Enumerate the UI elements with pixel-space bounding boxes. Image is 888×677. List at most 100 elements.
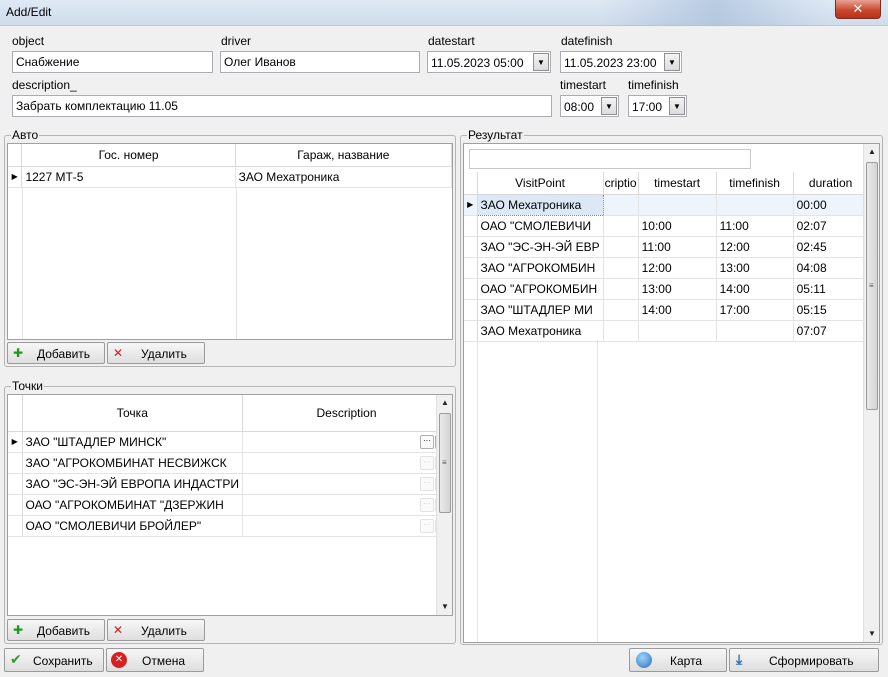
table-row[interactable]: ОАО "АГРОКОМБИН 13:00 14:00 05:11 <box>464 278 869 300</box>
cell-garage[interactable]: ЗАО Мехатроника <box>235 166 452 188</box>
table-row[interactable]: ЗАО "ЭС-ЭН-ЭЙ ЕВРОПА ИНДАСТРИ ··· <box>8 473 452 495</box>
cell-description[interactable] <box>603 236 639 258</box>
cell-description[interactable] <box>603 299 639 321</box>
table-row[interactable]: ЗАО Мехатроника 07:07 <box>464 320 869 342</box>
scroll-down-arrow-icon[interactable]: ▼ <box>864 626 879 642</box>
cell-point[interactable]: ЗАО "ЭС-ЭН-ЭЙ ЕВРОПА ИНДАСТРИ <box>22 473 244 495</box>
cell-visitpoint[interactable]: ЗАО "ЭС-ЭН-ЭЙ ЕВР <box>477 236 604 258</box>
table-row[interactable]: ▶ ЗАО "ШТАДЛЕР МИНСК" ···✕ <box>8 431 452 453</box>
cell-description[interactable] <box>603 257 639 279</box>
scroll-up-arrow-icon[interactable]: ▲ <box>437 395 452 411</box>
cell-description[interactable] <box>603 194 639 216</box>
cell-description[interactable]: ··· <box>242 515 452 537</box>
cell-point[interactable]: ЗАО "АГРОКОМБИНАТ НЕСВИЖСК <box>22 452 244 474</box>
cell-timefinish[interactable]: 14:00 <box>716 278 794 300</box>
column-header-timefinish[interactable]: timefinish <box>716 172 794 195</box>
cell-timefinish[interactable] <box>716 194 794 216</box>
column-header-visitpoint[interactable]: VisitPoint <box>477 172 604 195</box>
cell-timestart[interactable] <box>638 194 717 216</box>
table-row[interactable]: ▶ ЗАО Мехатроника 00:00 <box>464 193 869 216</box>
cell-visitpoint[interactable]: ЗАО "ШТАДЛЕР МИ <box>477 299 604 321</box>
ellipsis-icon[interactable]: ··· <box>420 518 435 533</box>
cell-duration[interactable]: 05:11 <box>793 278 869 300</box>
cell-description[interactable] <box>603 278 639 300</box>
cell-duration[interactable]: 05:15 <box>793 299 869 321</box>
timestart-picker[interactable]: 08:00 ▼ <box>560 95 619 117</box>
datestart-picker[interactable]: 11.05.2023 05:00 ▼ <box>427 51 551 73</box>
result-vertical-scrollbar[interactable]: ▲ ≡ ▼ <box>863 144 879 642</box>
chevron-down-icon[interactable]: ▼ <box>533 53 549 71</box>
auto-delete-button[interactable]: ✕ Удалить <box>107 342 205 364</box>
cell-description[interactable]: ··· <box>242 452 452 474</box>
table-row[interactable]: ОАО "СМОЛЕВИЧИ 10:00 11:00 02:07 <box>464 215 869 237</box>
table-row[interactable]: ЗАО "АГРОКОМБИНАТ НЕСВИЖСК ··· <box>8 452 452 474</box>
cell-duration[interactable]: 04:08 <box>793 257 869 279</box>
column-header-description[interactable]: criptio <box>603 172 639 195</box>
ellipsis-icon[interactable]: ··· <box>420 476 435 491</box>
cell-duration[interactable]: 00:00 <box>793 194 869 216</box>
chevron-down-icon[interactable]: ▼ <box>664 53 680 71</box>
cell-duration[interactable]: 07:07 <box>793 320 869 342</box>
window-titlebar[interactable]: Add/Edit ✕ <box>0 0 888 26</box>
points-vertical-scrollbar[interactable]: ▲ ≡ ▼ <box>436 395 452 615</box>
cell-description[interactable] <box>603 215 639 237</box>
cell-timefinish[interactable]: 11:00 <box>716 215 794 237</box>
points-add-button[interactable]: ✚ Добавить <box>7 619 105 641</box>
cell-timestart[interactable]: 13:00 <box>638 278 717 300</box>
table-row[interactable]: ▶ 1227 МТ-5 ЗАО Мехатроника <box>8 166 452 188</box>
cell-timestart[interactable]: 11:00 <box>638 236 717 258</box>
result-filter-input[interactable] <box>469 149 751 169</box>
cell-visitpoint[interactable]: ОАО "АГРОКОМБИН <box>477 278 604 300</box>
cell-number[interactable]: 1227 МТ-5 <box>21 166 236 188</box>
cell-duration[interactable]: 02:45 <box>793 236 869 258</box>
cell-timefinish[interactable]: 12:00 <box>716 236 794 258</box>
cell-visitpoint[interactable]: ЗАО Мехатроника <box>476 193 604 216</box>
column-header-garage[interactable]: Гараж, название <box>235 144 452 167</box>
cell-timefinish[interactable]: 13:00 <box>716 257 794 279</box>
auto-add-button[interactable]: ✚ Добавить <box>7 342 105 364</box>
cell-timestart[interactable]: 14:00 <box>638 299 717 321</box>
timefinish-picker[interactable]: 17:00 ▼ <box>628 95 687 117</box>
ellipsis-icon[interactable]: ··· <box>420 497 435 512</box>
cell-visitpoint[interactable]: ОАО "СМОЛЕВИЧИ <box>477 215 604 237</box>
scroll-up-arrow-icon[interactable]: ▲ <box>864 144 879 160</box>
column-header-duration[interactable]: duration <box>793 172 869 195</box>
cell-visitpoint[interactable]: ЗАО Мехатроника <box>477 320 604 342</box>
table-row[interactable]: ЗАО "АГРОКОМБИН 12:00 13:00 04:08 <box>464 257 869 279</box>
cell-timestart[interactable] <box>638 320 717 342</box>
cell-point[interactable]: ОАО "СМОЛЕВИЧИ БРОЙЛЕР" <box>22 515 244 537</box>
build-button[interactable]: ⤓ Сформировать <box>729 648 879 672</box>
table-row[interactable]: ОАО "СМОЛЕВИЧИ БРОЙЛЕР" ··· <box>8 515 452 537</box>
object-input[interactable]: Снабжение <box>12 51 213 73</box>
cancel-button[interactable]: ✕ Отмена <box>106 648 204 672</box>
cell-description[interactable]: ···✕ <box>242 431 452 453</box>
scroll-down-arrow-icon[interactable]: ▼ <box>437 599 452 615</box>
cell-description[interactable]: ··· <box>242 473 452 495</box>
cell-description[interactable]: ··· <box>242 494 452 516</box>
chevron-down-icon[interactable]: ▼ <box>601 97 617 115</box>
column-header-timestart[interactable]: timestart <box>638 172 717 195</box>
auto-grid[interactable]: Гос. номер Гараж, название ▶ 1227 МТ-5 З… <box>7 143 453 340</box>
cell-description[interactable] <box>603 320 639 342</box>
result-grid[interactable]: VisitPoint criptio timestart timefinish … <box>463 143 880 643</box>
column-header-number[interactable]: Гос. номер <box>21 144 236 167</box>
datefinish-picker[interactable]: 11.05.2023 23:00 ▼ <box>560 51 682 73</box>
cell-timestart[interactable]: 10:00 <box>638 215 717 237</box>
cell-timefinish[interactable]: 17:00 <box>716 299 794 321</box>
points-delete-button[interactable]: ✕ Удалить <box>107 619 205 641</box>
map-button[interactable]: Карта <box>629 648 727 672</box>
chevron-down-icon[interactable]: ▼ <box>669 97 685 115</box>
table-row[interactable]: ОАО "АГРОКОМБИНАТ "ДЗЕРЖИН ··· <box>8 494 452 516</box>
cell-visitpoint[interactable]: ЗАО "АГРОКОМБИН <box>477 257 604 279</box>
scroll-thumb[interactable]: ≡ <box>439 413 451 513</box>
table-row[interactable]: ЗАО "ЭС-ЭН-ЭЙ ЕВР 11:00 12:00 02:45 <box>464 236 869 258</box>
table-row[interactable]: ЗАО "ШТАДЛЕР МИ 14:00 17:00 05:15 <box>464 299 869 321</box>
points-grid[interactable]: Точка Description ▶ ЗАО "ШТАДЛЕР МИНСК" … <box>7 394 453 616</box>
cell-point[interactable]: ЗАО "ШТАДЛЕР МИНСК" <box>22 431 244 453</box>
scroll-thumb[interactable]: ≡ <box>866 162 878 410</box>
cell-point[interactable]: ОАО "АГРОКОМБИНАТ "ДЗЕРЖИН <box>22 494 244 516</box>
save-button[interactable]: ✔ Сохранить <box>4 648 104 672</box>
ellipsis-icon[interactable]: ··· <box>420 455 435 470</box>
close-window-button[interactable]: ✕ <box>835 0 881 19</box>
cell-duration[interactable]: 02:07 <box>793 215 869 237</box>
